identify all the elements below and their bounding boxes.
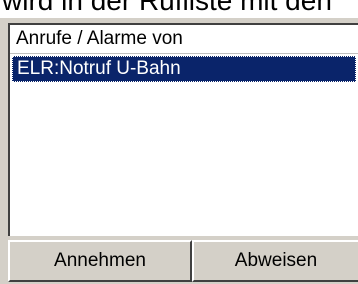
call-list-item[interactable]: ELR:Notruf U-Bahn bbox=[12, 56, 356, 82]
instruction-text: wird in der Rufliste mit den bbox=[2, 0, 332, 16]
call-list-header: Anrufe / Alarme von bbox=[10, 25, 358, 54]
reject-button[interactable]: Abweisen bbox=[192, 240, 358, 282]
call-list[interactable]: Anrufe / Alarme von ELR:Notruf U-Bahn bbox=[8, 23, 358, 236]
call-panel: Anrufe / Alarme von ELR:Notruf U-Bahn An… bbox=[0, 18, 358, 284]
action-buttons: Annehmen Abweisen bbox=[8, 240, 358, 282]
accept-button[interactable]: Annehmen bbox=[8, 240, 192, 282]
